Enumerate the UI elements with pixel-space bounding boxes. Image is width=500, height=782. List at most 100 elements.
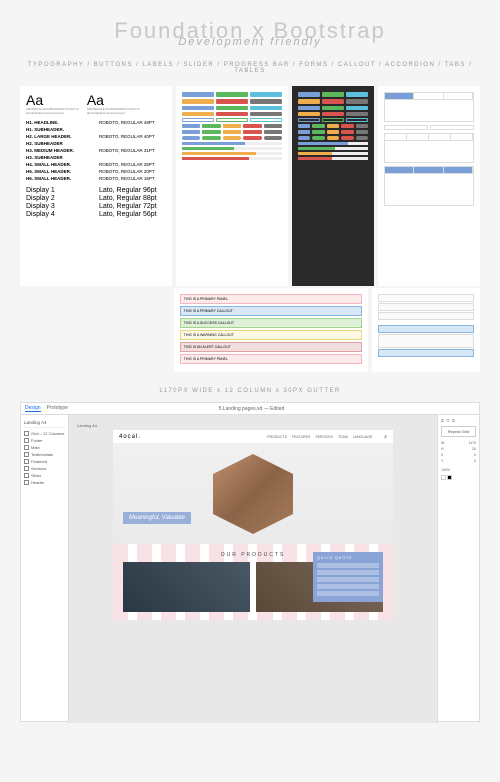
layer-item[interactable]: Featured	[24, 458, 65, 465]
callout: THIS IS AN ALERT CALLOUT	[180, 342, 362, 352]
rect-icon	[24, 473, 29, 478]
label-sample	[202, 136, 220, 140]
search-icon[interactable]: ⌕	[384, 434, 387, 440]
x-value[interactable]: 0	[474, 453, 476, 457]
quote-input[interactable]	[317, 563, 379, 568]
label-sample	[223, 136, 241, 140]
xd-canvas[interactable]: Landing A4 4ocal. PRODUCTS FEATURES SERV…	[69, 415, 437, 723]
label-sample	[243, 136, 261, 140]
button-sample[interactable]	[346, 112, 368, 116]
artboard-tab[interactable]: Landing A4	[24, 418, 65, 428]
heading-spec: ROBOTO, REGULAR 48PT	[99, 120, 166, 125]
button-sample[interactable]	[322, 112, 344, 116]
quote-input[interactable]	[317, 570, 379, 575]
nav-products[interactable]: PRODUCTS	[267, 435, 287, 439]
layer-item[interactable]: Grid – 12 Columns	[24, 430, 65, 437]
nav-language[interactable]: LANGUAGE	[353, 435, 372, 439]
button-sample[interactable]	[298, 112, 320, 116]
layer-item[interactable]: Header	[24, 479, 65, 486]
hero-subtitle: Development friendly	[20, 36, 480, 48]
button-sample[interactable]	[182, 99, 214, 104]
align-right-icon[interactable]: ⊐	[451, 418, 454, 423]
button-sample[interactable]	[322, 99, 344, 104]
button-sample[interactable]	[216, 92, 248, 97]
button-outline[interactable]	[322, 118, 344, 122]
button-sample[interactable]	[322, 106, 344, 110]
button-sample[interactable]	[250, 92, 282, 97]
progress-bar	[298, 157, 368, 160]
repeat-grid-button[interactable]: Repeat Grid	[441, 426, 476, 437]
label-sample	[341, 124, 353, 128]
label-sample	[202, 124, 220, 128]
callout: THIS IS A WARNING CALLOUT	[180, 330, 362, 340]
label-sample	[182, 124, 200, 128]
button-sample[interactable]	[322, 92, 344, 97]
callout: THIS IS A PRIMARY CALLOUT	[180, 306, 362, 316]
quote-input[interactable]	[317, 591, 379, 596]
button-sample[interactable]	[346, 92, 368, 97]
button-sample[interactable]	[216, 112, 248, 116]
rect-icon	[24, 445, 29, 450]
opacity-value[interactable]: 100%	[441, 468, 450, 472]
heading-spec	[99, 127, 166, 132]
layer-item[interactable]: Testimonials	[24, 451, 65, 458]
button-outline[interactable]	[346, 118, 368, 122]
layer-item[interactable]: Main	[24, 444, 65, 451]
tab-prototype[interactable]: Prototype	[47, 405, 68, 412]
label-sample	[327, 136, 339, 140]
table-component	[384, 133, 474, 163]
grid-spec-title: 1170PX WIDE x 12 COLUMN x 30PX GUTTER	[20, 388, 480, 394]
label-sample	[264, 130, 282, 134]
nav-features[interactable]: FEATURES	[292, 435, 310, 439]
layer-item[interactable]: Services	[24, 465, 65, 472]
nav-services[interactable]: SERVICES	[315, 435, 333, 439]
align-left-icon[interactable]: ⊏	[441, 418, 444, 423]
rect-icon	[24, 459, 29, 464]
tab-design[interactable]: Design	[25, 405, 41, 412]
label-sample	[243, 124, 261, 128]
products-section: OUR PRODUCTS QUICK QUOTE	[113, 544, 393, 620]
text-icon	[24, 452, 29, 457]
button-sample[interactable]	[250, 99, 282, 104]
callout: THIS IS A SUCCESS CALLOUT	[180, 318, 362, 328]
layer-item[interactable]: Slider	[24, 472, 65, 479]
aa-sample-2: Aa	[87, 92, 104, 108]
height-value[interactable]: 20	[472, 447, 476, 451]
y-value[interactable]: 0	[474, 459, 476, 463]
button-sample[interactable]	[182, 106, 214, 110]
progress-bar	[182, 152, 282, 155]
quick-quote-form: QUICK QUOTE	[313, 552, 383, 602]
heading-label: H2. SUBHEADER	[26, 141, 93, 146]
nav-team[interactable]: TEAM	[338, 435, 348, 439]
width-value[interactable]: 1170	[468, 441, 476, 445]
label-sample	[327, 130, 339, 134]
align-center-icon[interactable]: ⊓	[446, 418, 449, 423]
button-outline[interactable]	[250, 118, 282, 122]
button-sample[interactable]	[298, 106, 320, 110]
button-outline[interactable]	[298, 118, 320, 122]
label-sample	[182, 136, 200, 140]
button-sample[interactable]	[182, 92, 214, 97]
button-sample[interactable]	[250, 106, 282, 110]
button-sample[interactable]	[216, 106, 248, 110]
button-sample[interactable]	[346, 106, 368, 110]
button-sample[interactable]	[250, 112, 282, 116]
layer-item[interactable]: Footer	[24, 437, 65, 444]
display-spec: Lato, Regular 96pt	[99, 187, 166, 194]
heading-spec: ROBOTO, REGULAR 16PT	[99, 176, 166, 181]
quote-title: QUICK QUOTE	[317, 556, 379, 560]
quote-input[interactable]	[317, 577, 379, 582]
button-sample[interactable]	[182, 112, 214, 116]
button-outline[interactable]	[216, 118, 248, 122]
landing-logo: 4ocal.	[119, 434, 141, 440]
display-label: Display 1	[26, 187, 93, 194]
button-sample[interactable]	[216, 99, 248, 104]
button-outline[interactable]	[182, 118, 214, 122]
button-sample[interactable]	[298, 92, 320, 97]
label-sample	[312, 130, 324, 134]
button-sample[interactable]	[298, 99, 320, 104]
button-sample[interactable]	[346, 99, 368, 104]
display-label: Display 4	[26, 211, 93, 218]
display-spec: Lato, Regular 72pt	[99, 203, 166, 210]
quote-input[interactable]	[317, 584, 379, 589]
